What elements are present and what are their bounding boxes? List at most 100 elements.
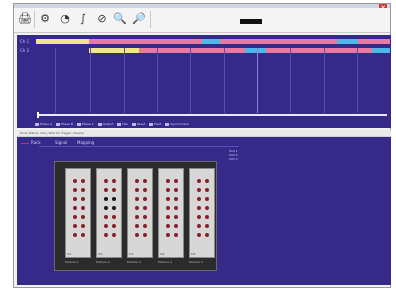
legend-label: Synchronize [170, 122, 189, 126]
led-indicator [81, 233, 85, 237]
phase-icon[interactable]: ∫ [76, 12, 90, 26]
module-label: M2 [98, 252, 103, 256]
rack-module[interactable]: M2 [96, 168, 122, 258]
search-icon[interactable]: 🔍 [113, 12, 127, 26]
print-icon[interactable]: 🖨 [18, 12, 32, 26]
row-label: Ch 2 [20, 48, 30, 53]
grid-line [157, 48, 158, 113]
grid-line [357, 48, 358, 113]
timeline-panel[interactable]: Ch 1 Ch 2 Phase A Phase B Phase C Output Idl… [17, 35, 391, 128]
zoom-icon[interactable]: 🔎 [132, 12, 146, 26]
timeline-segment-pink[interactable] [358, 39, 390, 44]
led-indicator [166, 197, 170, 201]
module-label: M3 [129, 252, 134, 256]
rack-module[interactable]: M5 [189, 168, 215, 258]
led-indicator [205, 179, 209, 183]
led-indicator [73, 233, 77, 237]
led-indicator [112, 233, 116, 237]
legend-item: Idle [117, 121, 128, 127]
row-label: Ch 1 [20, 39, 30, 44]
led-indicator [81, 197, 85, 201]
led-indicator [166, 206, 170, 210]
led-indicator [104, 197, 108, 201]
tab-mapping[interactable]: Mapping [77, 140, 94, 145]
led-indicator [143, 197, 147, 201]
tab-signal[interactable]: Signal [55, 140, 67, 145]
rack-panel: Rack Signal Mapping Slot 1 Slot 2 Slot 3… [17, 137, 391, 285]
led-indicator [197, 224, 201, 228]
module-caption: Module 3 [127, 260, 141, 264]
status-text: Zone Status: Idle | Wait for Trigger | R… [20, 131, 84, 135]
led-indicator [104, 188, 108, 192]
timeline-track[interactable] [36, 39, 390, 44]
led-indicator [143, 188, 147, 192]
led-indicator [135, 233, 139, 237]
led-indicator [104, 233, 108, 237]
led-indicator [73, 224, 77, 228]
timeline-segment-yellow[interactable] [89, 48, 139, 53]
led-indicator [73, 188, 77, 192]
time-cursor[interactable] [37, 112, 39, 118]
led-indicator [135, 206, 139, 210]
led-indicator [197, 206, 201, 210]
module-caption: Module 2 [96, 260, 110, 264]
led-indicator [81, 224, 85, 228]
module-label: M4 [160, 252, 165, 256]
settings-icon[interactable]: ⚙ [38, 12, 52, 26]
legend-item: Output [97, 121, 113, 127]
legend-item: Synchronize [165, 121, 189, 127]
led-indicator [112, 206, 116, 210]
grid-line [324, 48, 325, 113]
chart-icon[interactable]: ◔ [58, 12, 72, 26]
led-indicator [143, 233, 147, 237]
time-baseline [37, 114, 387, 116]
legend-swatch [97, 122, 102, 126]
legend-item: Reset [131, 121, 145, 127]
grid-line [257, 48, 258, 113]
led-indicator [81, 188, 85, 192]
timeline-segment-cyan[interactable] [372, 48, 390, 53]
rack-module[interactable]: M3 [127, 168, 153, 258]
status-bar: Zone Status: Idle | Wait for Trigger | R… [17, 130, 391, 137]
led-indicator [174, 233, 178, 237]
legend-swatch [55, 122, 60, 126]
toolbar-separator [150, 11, 151, 28]
led-indicator [104, 179, 108, 183]
rack-module[interactable]: M1 [65, 168, 91, 258]
legend-swatch [131, 122, 136, 126]
readout-display [240, 19, 262, 24]
led-indicator [174, 206, 178, 210]
led-indicator [166, 179, 170, 183]
legend-swatch [149, 122, 154, 126]
led-indicator [174, 179, 178, 183]
legend-label: Fault [154, 122, 162, 126]
timeline-segment-pink[interactable] [89, 39, 203, 44]
led-indicator [73, 206, 77, 210]
grid-line [55, 48, 56, 113]
led-indicator [112, 224, 116, 228]
led-indicator [135, 179, 139, 183]
rack-module[interactable]: M4 [158, 168, 184, 258]
led-indicator [135, 215, 139, 219]
module-label: M5 [191, 252, 196, 256]
timeline-segment-pink[interactable] [138, 48, 245, 53]
led-indicator [166, 215, 170, 219]
led-indicator [197, 179, 201, 183]
led-indicator [104, 206, 108, 210]
timeline-segment-yellow[interactable] [36, 39, 90, 44]
legend-swatch [76, 122, 81, 126]
led-indicator [104, 224, 108, 228]
legend-label: Idle [122, 122, 128, 126]
slot-info: Slot 1 Slot 2 Slot 3 [229, 149, 238, 161]
led-indicator [174, 215, 178, 219]
timeline-segment-cyan[interactable] [336, 39, 359, 44]
timeline-segment-cyan[interactable] [202, 39, 221, 44]
legend-swatch [35, 122, 39, 126]
timeline-segment-pink[interactable] [220, 39, 337, 44]
led-indicator [135, 197, 139, 201]
stop-icon[interactable]: ⊘ [95, 12, 109, 26]
led-indicator [166, 233, 170, 237]
timeline-segment-cyan[interactable] [244, 48, 267, 53]
legend-item: Phase B [55, 121, 73, 127]
tab-rack[interactable]: Rack [31, 140, 41, 145]
